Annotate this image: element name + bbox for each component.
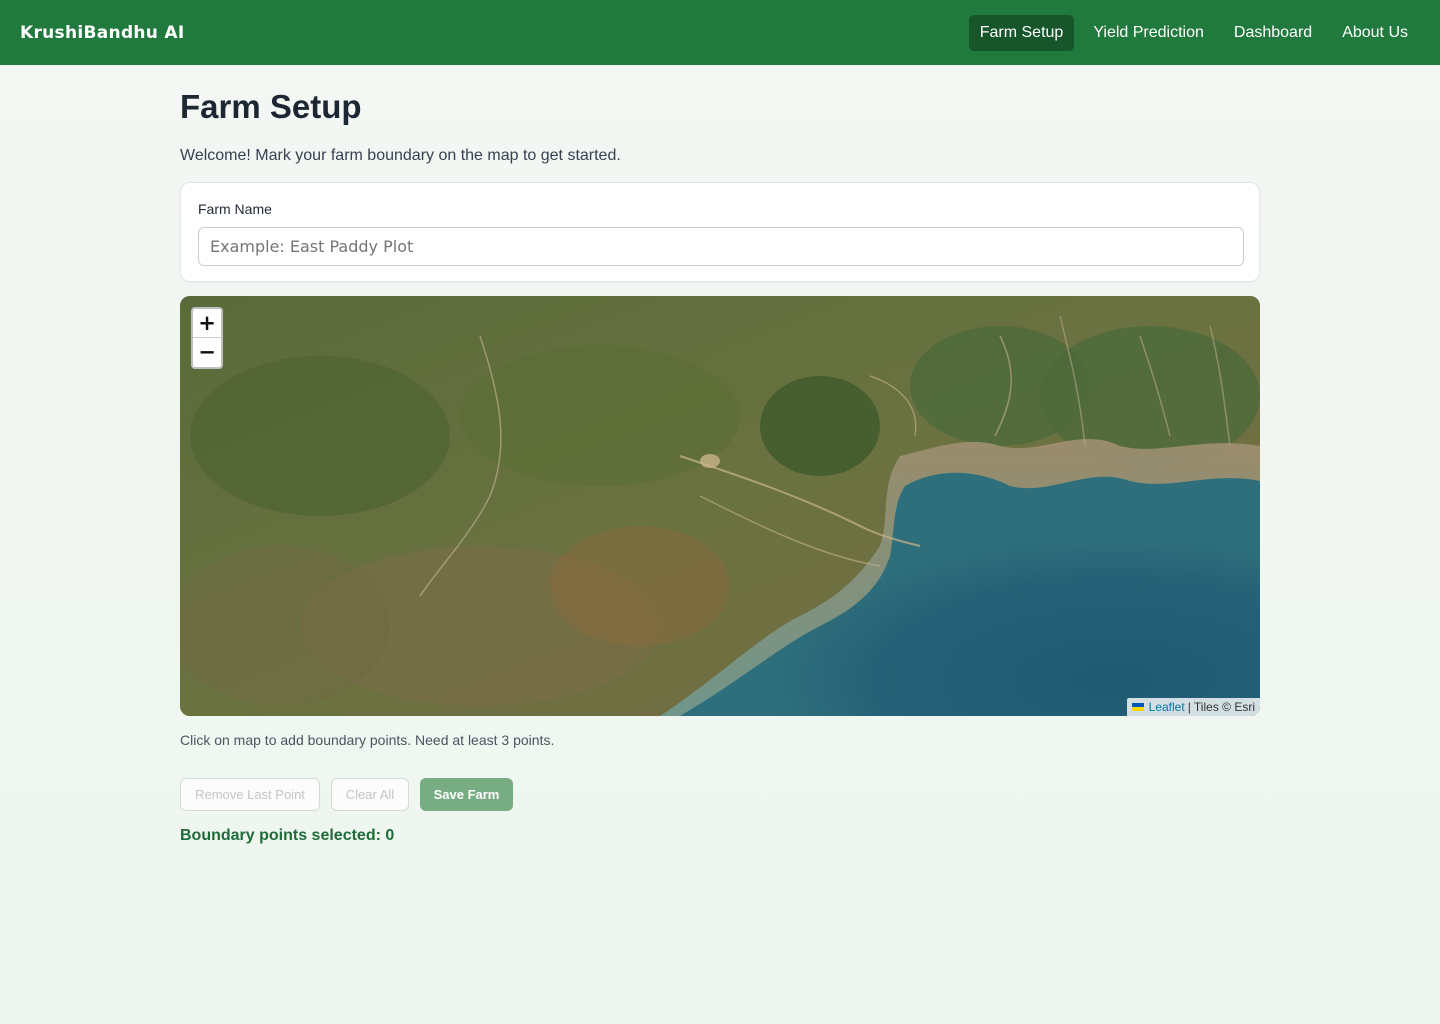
boundary-points-status: Boundary points selected: 0 bbox=[180, 827, 395, 844]
nav-link-about-us[interactable]: About Us bbox=[1331, 15, 1419, 51]
ukraine-flag-icon bbox=[1131, 703, 1144, 711]
nav-links: Farm Setup Yield Prediction Dashboard Ab… bbox=[968, 14, 1419, 51]
tiles-credit: | Tiles © Esri bbox=[1187, 700, 1255, 714]
page-title: Farm Setup bbox=[180, 88, 362, 125]
save-farm-button[interactable]: Save Farm bbox=[420, 778, 513, 811]
nav-link-dashboard[interactable]: Dashboard bbox=[1223, 15, 1323, 51]
farm-name-card: Farm Name bbox=[180, 182, 1260, 282]
zoom-control: + − bbox=[191, 307, 223, 369]
farm-name-input[interactable] bbox=[198, 227, 1244, 266]
nav-link-farm-setup[interactable]: Farm Setup bbox=[968, 14, 1075, 51]
farm-name-label: Farm Name bbox=[198, 201, 272, 217]
welcome-text: Welcome! Mark your farm boundary on the … bbox=[180, 147, 621, 164]
farm-map[interactable]: + − Leaflet | Tiles © Esri bbox=[180, 296, 1260, 716]
zoom-in-button[interactable]: + bbox=[193, 309, 221, 338]
nav-link-yield-prediction[interactable]: Yield Prediction bbox=[1082, 15, 1215, 51]
clear-all-button[interactable]: Clear All bbox=[331, 778, 409, 811]
satellite-imagery bbox=[180, 296, 1260, 716]
map-attribution: Leaflet | Tiles © Esri bbox=[1126, 698, 1260, 716]
top-navbar: KrushiBandhu AI Farm Setup Yield Predict… bbox=[0, 0, 1440, 65]
remove-last-point-button[interactable]: Remove Last Point bbox=[180, 778, 320, 811]
zoom-out-button[interactable]: − bbox=[193, 338, 221, 367]
leaflet-link[interactable]: Leaflet bbox=[1149, 700, 1185, 714]
map-hint: Click on map to add boundary points. Nee… bbox=[180, 732, 555, 748]
brand-logo[interactable]: KrushiBandhu AI bbox=[20, 23, 185, 43]
